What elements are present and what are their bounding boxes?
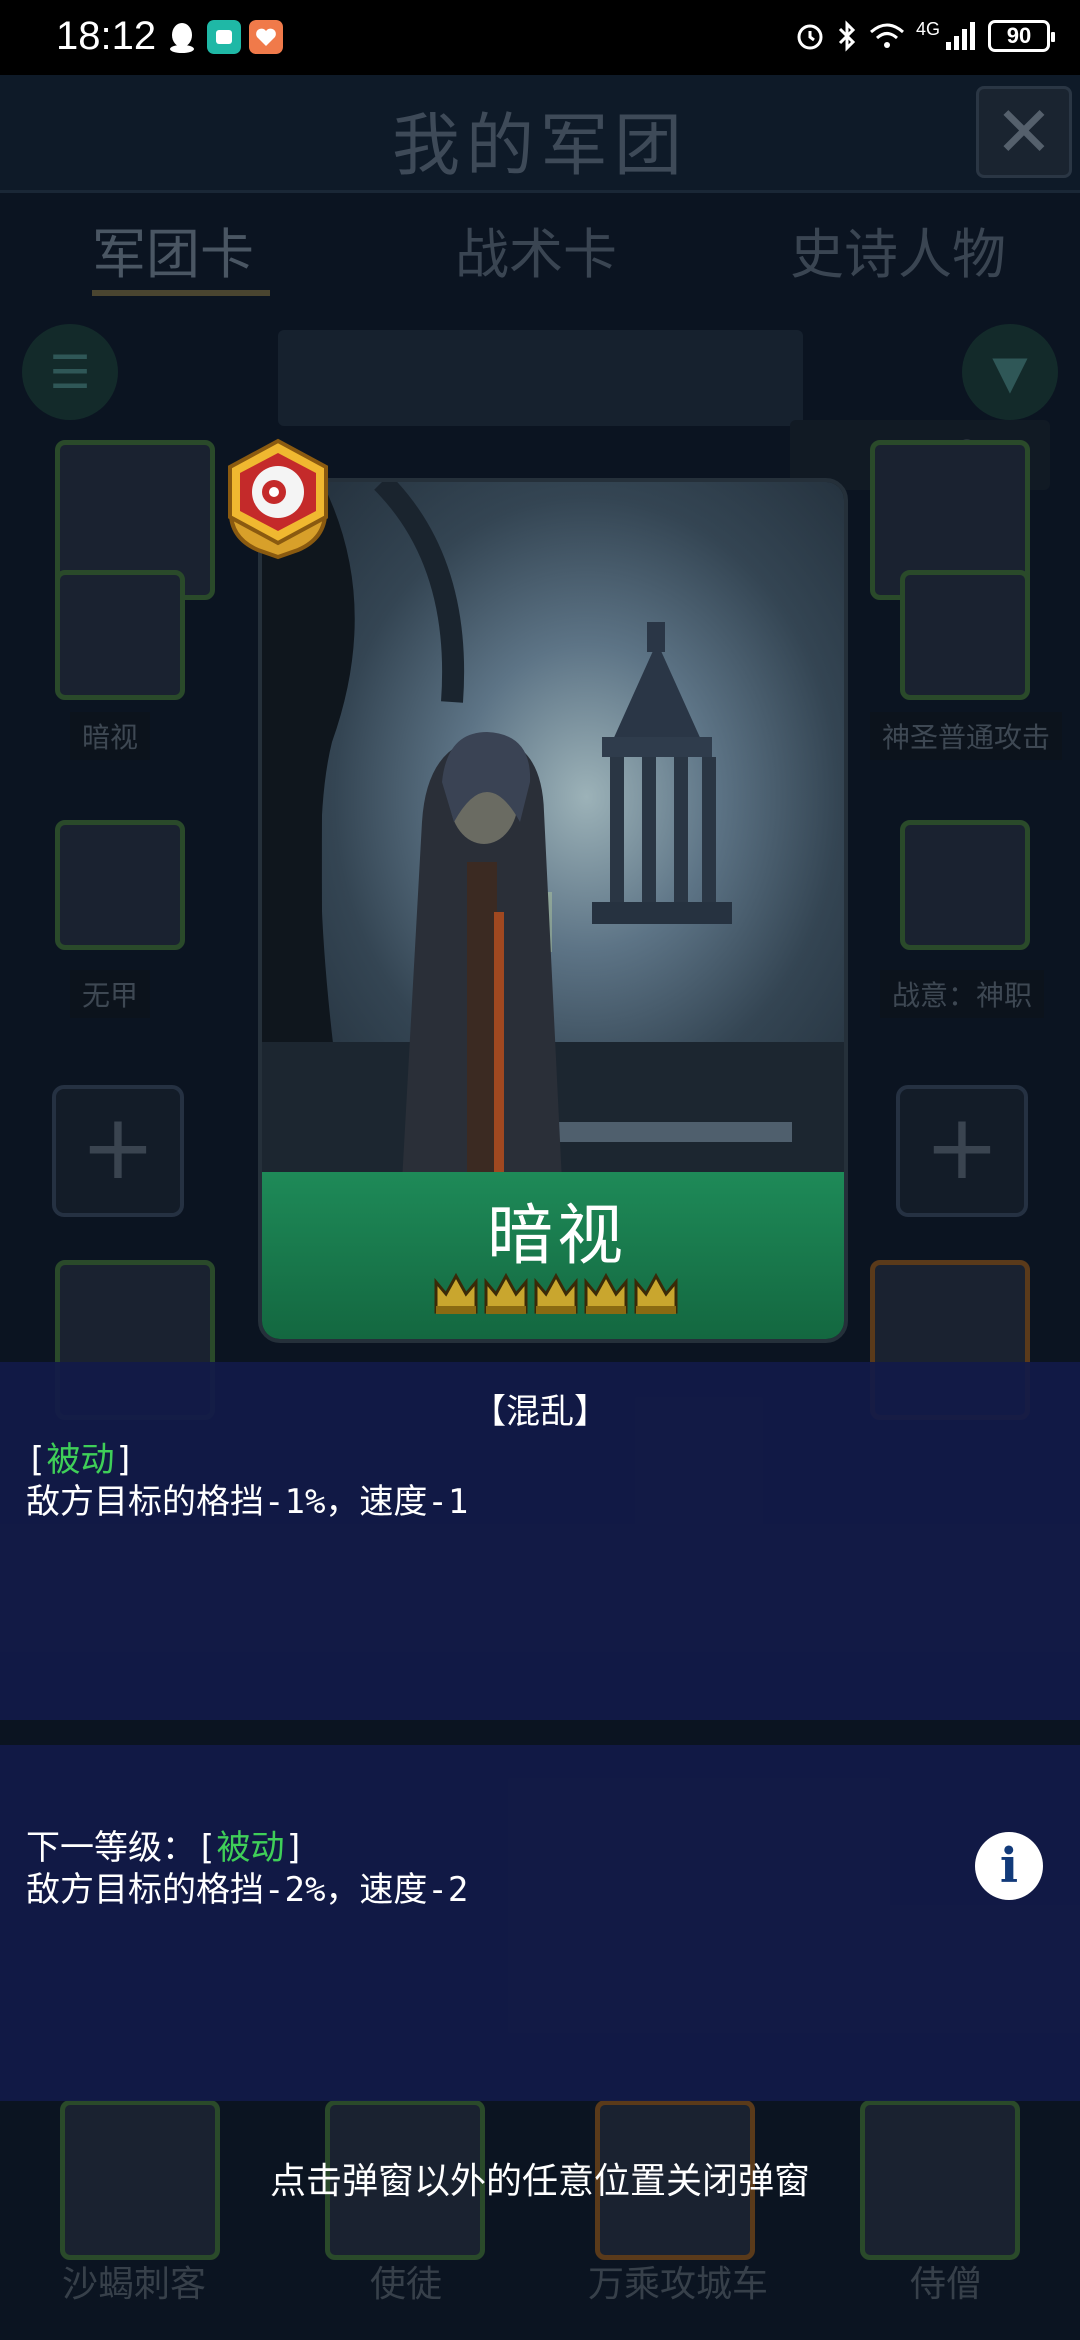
list-menu-icon[interactable]: ☰: [22, 324, 118, 420]
card-name-label: 使徒: [370, 2264, 443, 2305]
next-level-effect: 敌方目标的格挡-2%，速度-2: [26, 1870, 469, 1910]
tab-tactic-cards[interactable]: 战术卡: [455, 210, 617, 289]
mi-home-icon: [207, 20, 241, 54]
bluetooth-icon: [838, 20, 856, 52]
crown-icon: [434, 1272, 478, 1314]
hooded-figure-illustration: [262, 482, 844, 1182]
rarity-badge-icon: [228, 438, 328, 560]
legion-card[interactable]: [900, 820, 1030, 950]
skill-effect: 敌方目标的格挡-1%，速度-1: [26, 1482, 469, 1522]
status-time: 18:12: [56, 14, 157, 58]
battery-level: 90: [1006, 23, 1032, 48]
close-icon[interactable]: ✕: [976, 86, 1072, 178]
crown-icon: [584, 1272, 628, 1314]
crown-icon: [634, 1272, 678, 1314]
crown-icon: [484, 1272, 528, 1314]
card-label: 暗视: [70, 712, 151, 760]
tab-underline: [92, 290, 270, 296]
next-level-panel: 下一等级：[被动] 敌方目标的格挡-2%，速度-2: [0, 1745, 1080, 2101]
skill-title: 【混乱】: [472, 1392, 608, 1432]
info-icon[interactable]: i: [975, 1832, 1043, 1900]
card-label: 战意：神职: [880, 970, 1045, 1018]
tab-legion-cards[interactable]: 军团卡: [92, 210, 254, 289]
close-hint: 点击弹窗以外的任意位置关闭弹窗: [269, 2161, 810, 2202]
health-icon: [249, 20, 283, 54]
add-slot-button[interactable]: +: [896, 1085, 1028, 1217]
status-right: 4G 90: [794, 14, 1055, 58]
card-label: 神圣普通攻击: [870, 712, 1063, 760]
legion-card[interactable]: [55, 820, 185, 950]
card-label: 无甲: [70, 970, 151, 1018]
legion-card[interactable]: [55, 570, 185, 700]
card-name-label: 侍僧: [910, 2264, 983, 2305]
current-level-panel: 【混乱】 [被动] 敌方目标的格挡-1%，速度-1: [0, 1362, 1080, 1720]
filter-icon[interactable]: ▼: [962, 324, 1058, 420]
card-name-label: 沙蝎刺客: [62, 2264, 207, 2305]
signal-icon: [946, 22, 975, 50]
wifi-icon: [869, 23, 904, 48]
add-slot-button[interactable]: +: [52, 1085, 184, 1217]
network-type: 4G: [915, 18, 940, 39]
card-artwork: [262, 482, 844, 1182]
crown-rating: [432, 1268, 682, 1320]
card-name-label: 万乘攻城车: [588, 2264, 769, 2305]
page-title: 我的军团: [391, 107, 688, 186]
qq-icon: [170, 23, 194, 53]
tab-epic-characters[interactable]: 史诗人物: [790, 210, 1006, 289]
alarm-icon: [797, 24, 823, 50]
status-bar: 18:12 4G 90: [0, 0, 1080, 75]
card-name: 暗视: [487, 1197, 627, 1274]
skill-card: 暗视: [258, 478, 848, 1343]
battery-icon: 90: [988, 20, 1055, 52]
search-box[interactable]: [278, 330, 803, 426]
legion-card[interactable]: [900, 570, 1030, 700]
crown-icon: [534, 1272, 578, 1314]
